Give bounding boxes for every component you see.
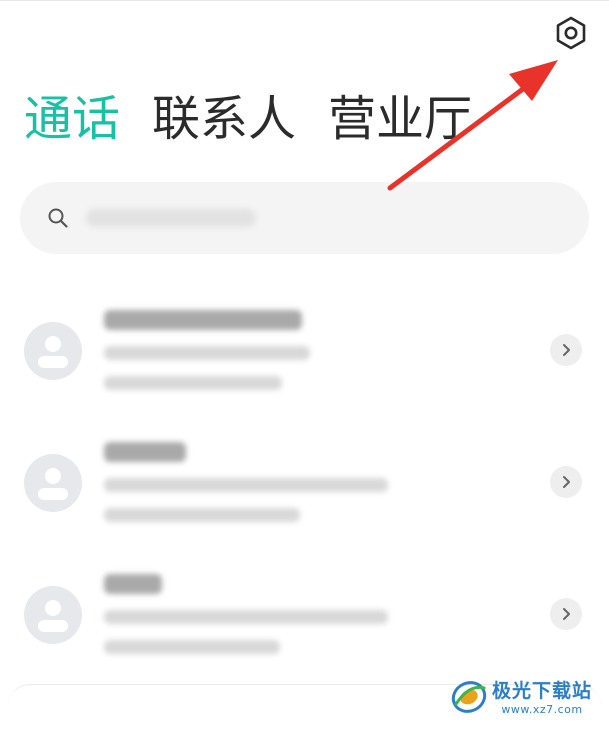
- person-avatar-icon: [24, 454, 82, 512]
- chevron-right-icon: [563, 344, 570, 356]
- call-log-row[interactable]: [0, 424, 609, 544]
- call-detail-blurred: [104, 610, 388, 624]
- contact-name-blurred: [104, 574, 162, 594]
- row-detail-button[interactable]: [550, 334, 582, 366]
- call-detail-blurred: [104, 478, 388, 492]
- chevron-right-icon: [563, 608, 570, 620]
- tab-calls[interactable]: 通话: [24, 86, 120, 152]
- search-bar[interactable]: [20, 182, 589, 254]
- call-log-row[interactable]: [0, 556, 609, 676]
- row-detail-button[interactable]: [550, 598, 582, 630]
- search-placeholder-blurred: [86, 209, 256, 227]
- main-tabs: 通话 联系人 营业厅: [24, 86, 472, 152]
- tab-service-hall[interactable]: 营业厅: [328, 86, 472, 152]
- site-watermark: 极光下载站 www.xz7.com: [450, 678, 592, 716]
- dialer-screen: 通话 联系人 营业厅 极光下载站 www.xz7.com: [0, 0, 609, 731]
- contact-name-blurred: [104, 442, 186, 462]
- row-detail-button[interactable]: [550, 466, 582, 498]
- person-avatar-icon: [24, 586, 82, 644]
- tab-contacts[interactable]: 联系人: [152, 86, 296, 152]
- top-divider: [0, 0, 609, 1]
- call-log-row[interactable]: [0, 292, 609, 412]
- call-time-blurred: [104, 640, 280, 654]
- chevron-right-icon: [563, 476, 570, 488]
- settings-hexagon-icon: [556, 16, 586, 50]
- site-logo-icon: [451, 681, 487, 713]
- contact-name-blurred: [104, 310, 302, 330]
- call-time-blurred: [104, 376, 282, 390]
- person-avatar-icon: [24, 322, 82, 380]
- call-time-blurred: [104, 508, 300, 522]
- watermark-url: www.xz7.com: [501, 702, 583, 716]
- settings-button[interactable]: [552, 14, 590, 52]
- search-icon: [44, 204, 72, 232]
- watermark-title: 极光下载站: [492, 679, 593, 702]
- call-detail-blurred: [104, 346, 310, 360]
